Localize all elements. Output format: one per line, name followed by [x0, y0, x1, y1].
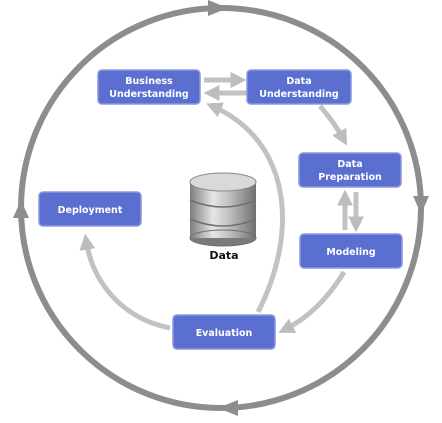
node-modeling[interactable]: Modeling	[299, 233, 403, 269]
arrow-evaluation-to-deployment	[79, 233, 171, 331]
outer-arrow-left-icon	[13, 200, 29, 218]
database-icon	[189, 172, 257, 247]
arrow-modeling-to-evaluation	[278, 270, 347, 333]
node-label: Understanding	[259, 89, 338, 100]
arrow-understanding-to-preparation	[318, 104, 348, 146]
node-data-understanding[interactable]: Data Understanding	[246, 69, 352, 105]
crisp-dm-diagram: Data Business Understanding Data Underst…	[13, 0, 429, 416]
node-label: Evaluation	[196, 328, 253, 339]
node-label: Deployment	[58, 205, 123, 216]
outer-arrow-bottom-icon	[218, 400, 238, 416]
node-label: Modeling	[326, 247, 375, 258]
node-label: Understanding	[109, 89, 188, 100]
outer-arrow-right-icon	[413, 196, 429, 214]
node-label: Data	[286, 76, 311, 87]
outer-arrow-top-icon	[208, 0, 228, 16]
node-business-understanding[interactable]: Business Understanding	[97, 69, 201, 105]
database-label: Data	[209, 249, 238, 262]
node-label: Data	[337, 159, 362, 170]
node-label: Business	[125, 76, 173, 87]
node-label: Preparation	[318, 172, 382, 183]
node-evaluation[interactable]: Evaluation	[172, 314, 276, 350]
node-deployment[interactable]: Deployment	[38, 191, 142, 227]
node-data-preparation[interactable]: Data Preparation	[298, 152, 402, 188]
